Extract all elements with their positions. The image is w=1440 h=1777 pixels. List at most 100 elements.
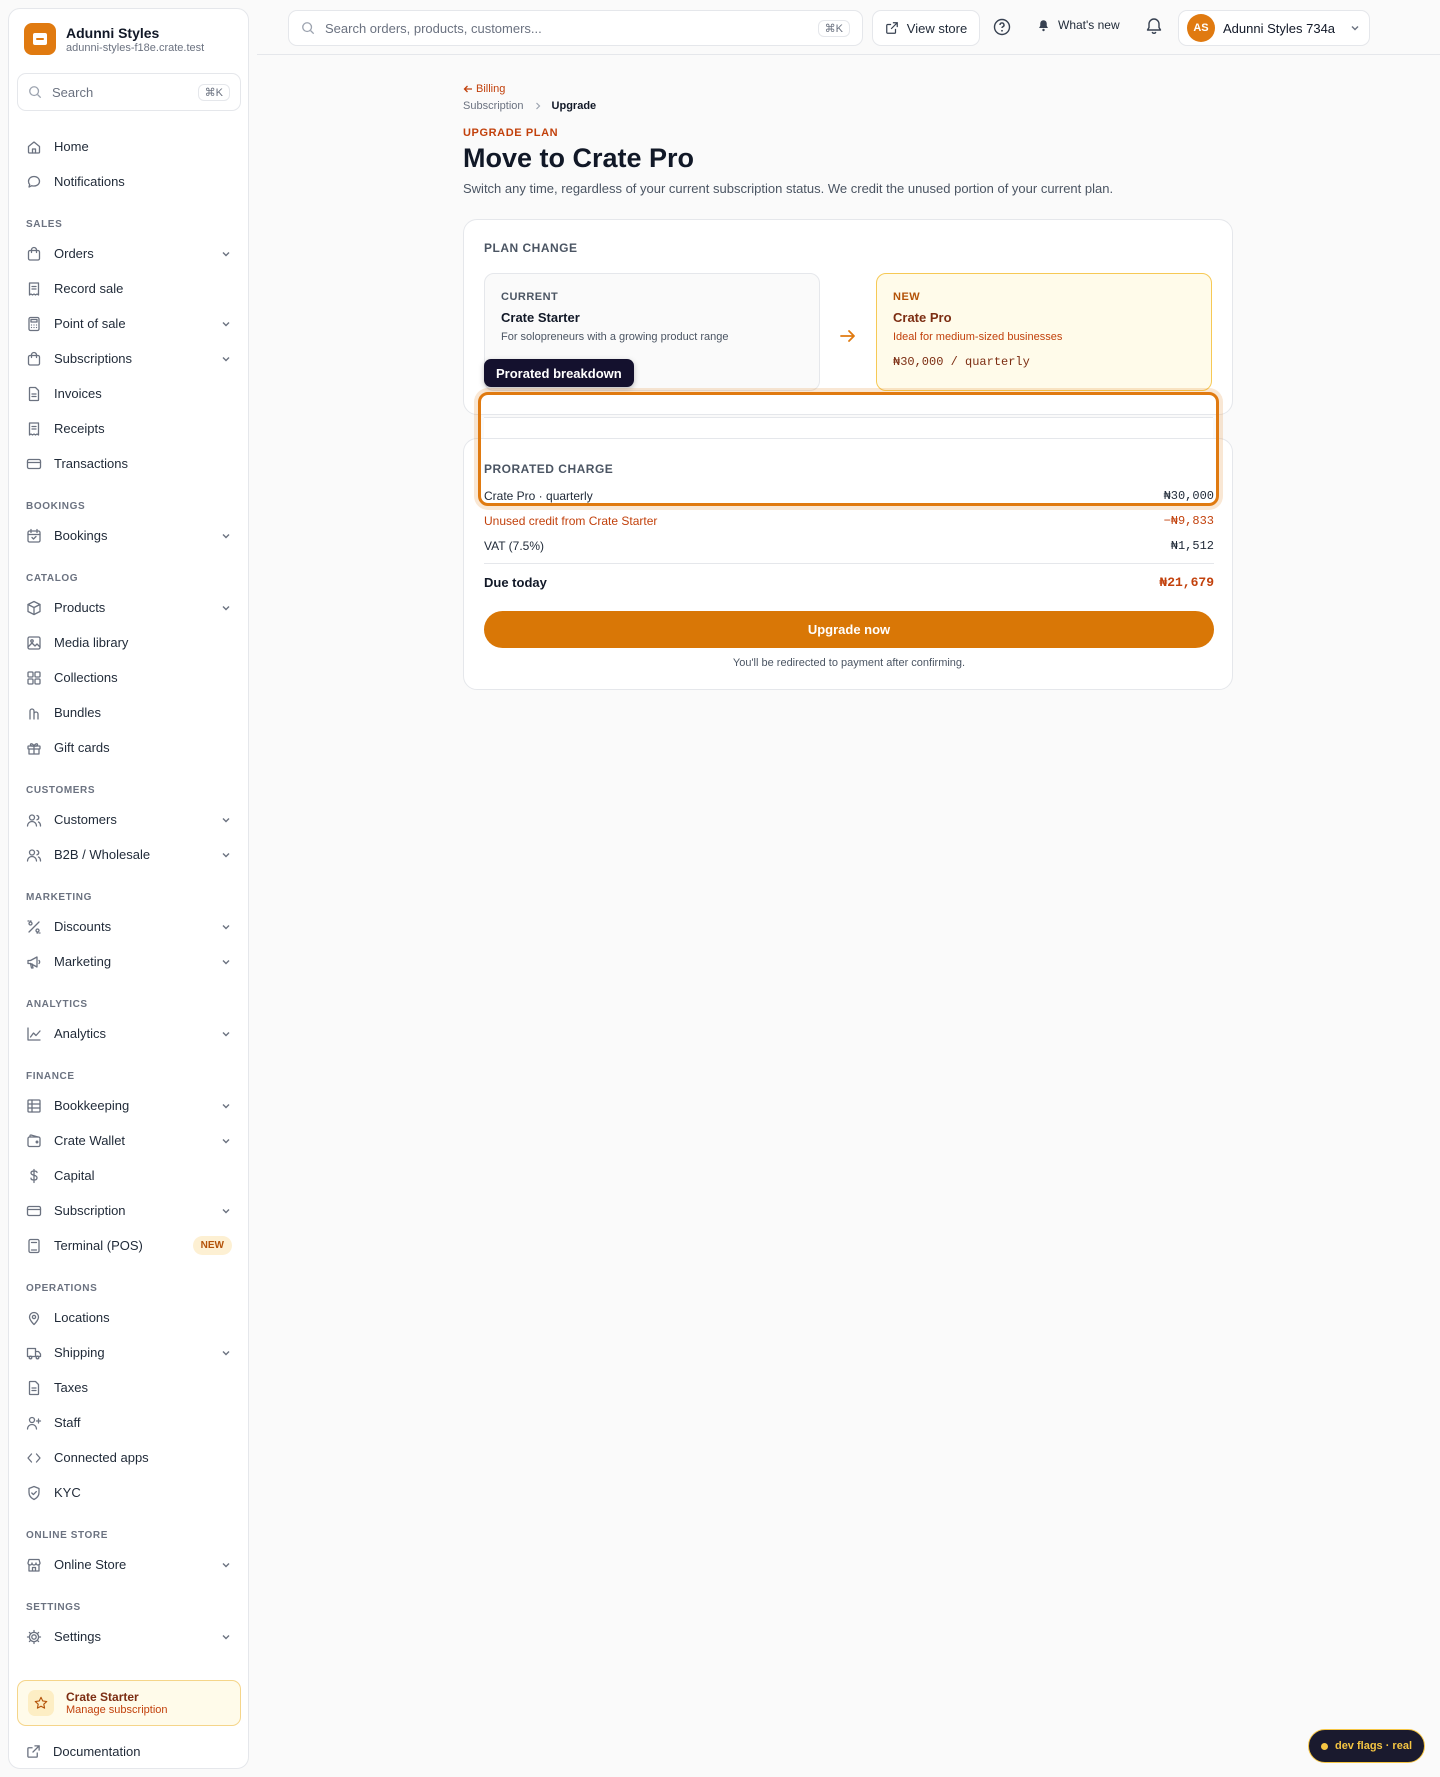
chevron-down-icon[interactable] (220, 1028, 232, 1040)
notifications-bell-icon[interactable] (1145, 17, 1163, 35)
help-icon[interactable] (993, 18, 1011, 36)
gear-icon (26, 1629, 42, 1644)
sidebar-item-subscriptions[interactable]: Subscriptions (9, 341, 250, 376)
grid-icon (27, 670, 41, 685)
sidebar-item-receipts[interactable]: Receipts (9, 411, 250, 446)
chevron-down-icon[interactable] (220, 956, 232, 968)
manage-subscription-link[interactable]: Manage subscription (66, 1704, 168, 1716)
sidebar-item-connected-apps[interactable]: Connected apps (9, 1440, 250, 1475)
store-name: Adunni Styles (66, 24, 160, 41)
sidebar-item-bookings[interactable]: Bookings (9, 518, 250, 553)
new-badge: NEW (192, 1236, 232, 1255)
plan-card-title: Crate Starter (66, 1690, 139, 1704)
chevron-down-icon[interactable] (220, 814, 232, 826)
sidebar-item-taxes[interactable]: Taxes (9, 1370, 250, 1405)
chevron-down-icon[interactable] (220, 1135, 232, 1147)
sidebar-item-label: Subscription (54, 1203, 126, 1218)
chevron-down-icon[interactable] (220, 1559, 232, 1571)
sidebar-item-label: Transactions (54, 456, 128, 471)
sidebar-item-marketing[interactable]: Marketing (9, 944, 250, 979)
store-domain: adunni-styles-f18e.crate.test (66, 41, 205, 54)
sidebar-item-record-sale[interactable]: Record sale (9, 271, 250, 306)
sidebar-item-label: Terminal (POS) (54, 1238, 143, 1253)
sidebar-item-invoices[interactable]: Invoices (9, 376, 250, 411)
code-icon (27, 1452, 41, 1463)
truck-icon (26, 1347, 42, 1359)
account-menu-button[interactable]: AS Adunni Styles 734a (1178, 10, 1370, 46)
whats-new-button[interactable]: What's new (1037, 18, 1120, 32)
sidebar-item-orders[interactable]: Orders (9, 236, 250, 271)
sidebar-item-notifications[interactable]: Notifications (9, 164, 250, 199)
sidebar-item-kyc[interactable]: KYC (9, 1475, 250, 1510)
sidebar-item-label: Notifications (54, 174, 125, 189)
nav-section-online-store: ONLINE STORE (26, 1530, 109, 1541)
line-item-vat: VAT (7.5%) ₦1,512 (484, 539, 1214, 553)
sidebar-item-shipping[interactable]: Shipping (9, 1335, 250, 1370)
global-search-input[interactable]: Search orders, products, customers... ⌘K (288, 10, 863, 46)
sidebar-item-bundles[interactable]: Bundles (9, 695, 250, 730)
sidebar-item-media-library[interactable]: Media library (9, 625, 250, 660)
upgrade-now-button[interactable]: Upgrade now (484, 611, 1214, 648)
chevron-down-icon[interactable] (220, 248, 232, 260)
megaphone-icon (27, 955, 41, 969)
chevron-down-icon[interactable] (220, 318, 232, 330)
sidebar-item-transactions[interactable]: Transactions (9, 446, 250, 481)
sidebar-item-products[interactable]: Products (9, 590, 250, 625)
chevron-down-icon[interactable] (220, 1205, 232, 1217)
brand[interactable]: Adunni Styles adunni-styles-f18e.crate.t… (24, 23, 204, 55)
sidebar-item-bookkeeping[interactable]: Bookkeeping (9, 1088, 250, 1123)
chevron-down-icon[interactable] (220, 353, 232, 365)
sidebar-item-label: Gift cards (54, 740, 110, 755)
sidebar-item-label: Subscriptions (54, 351, 133, 366)
back-to-billing-link[interactable]: Billing (463, 83, 505, 95)
sidebar-item-point-of-sale[interactable]: Point of sale (9, 306, 250, 341)
sidebar-item-staff[interactable]: Staff (9, 1405, 250, 1440)
chevron-down-icon[interactable] (220, 1100, 232, 1112)
view-store-button[interactable]: View store (872, 10, 980, 46)
sidebar-item-terminal-pos[interactable]: Terminal (POS) NEW (9, 1228, 250, 1263)
sidebar-item-label: Bundles (54, 705, 101, 720)
star-icon (28, 1690, 54, 1716)
sidebar-item-label: Analytics (54, 1026, 107, 1041)
sidebar-item-discounts[interactable]: Discounts (9, 909, 250, 944)
sidebar-search-input[interactable]: Search ⌘K (17, 73, 241, 111)
calendar-icon (27, 528, 41, 543)
chevron-down-icon[interactable] (220, 1631, 232, 1643)
sidebar-item-online-store[interactable]: Online Store (9, 1547, 250, 1582)
chevron-down-icon[interactable] (220, 530, 232, 542)
sidebar-item-gift-cards[interactable]: Gift cards (9, 730, 250, 765)
sidebar-item-label: Capital (54, 1168, 95, 1183)
sidebar-item-locations[interactable]: Locations (9, 1300, 250, 1335)
chart-icon (27, 1026, 41, 1041)
redirect-note: You'll be redirected to payment after co… (732, 657, 966, 669)
breadcrumb-subscription[interactable]: Subscription (463, 100, 524, 112)
sidebar-item-settings[interactable]: Settings (9, 1619, 250, 1654)
sidebar-item-capital[interactable]: Capital (9, 1158, 250, 1193)
bundle-icon (29, 707, 39, 720)
sidebar-item-customers[interactable]: Customers (9, 802, 250, 837)
sidebar-item-b2b-wholesale[interactable]: B2B / Wholesale (9, 837, 250, 872)
sidebar-item-collections[interactable]: Collections (9, 660, 250, 695)
users-icon (26, 813, 42, 827)
bag-icon (27, 351, 41, 366)
chevron-down-icon[interactable] (220, 849, 232, 861)
total-amount: ₦21,679 (1159, 575, 1214, 590)
sidebar-item-analytics[interactable]: Analytics (9, 1016, 250, 1051)
current-plan-card[interactable]: Crate Starter Manage subscription (17, 1680, 241, 1726)
sidebar-item-subscription[interactable]: Subscription (9, 1193, 250, 1228)
box-icon (27, 600, 41, 615)
sidebar-item-crate-wallet[interactable]: Crate Wallet (9, 1123, 250, 1158)
chevron-down-icon[interactable] (220, 921, 232, 933)
chevron-down-icon[interactable] (220, 602, 232, 614)
receipt-icon (28, 421, 40, 436)
sidebar-item-home[interactable]: Home (9, 129, 250, 164)
nav-section-analytics: ANALYTICS (26, 999, 88, 1010)
sidebar-item-label: Point of sale (54, 316, 126, 331)
sidebar-item-label: Taxes (54, 1380, 88, 1395)
sidebar-item-label: Products (54, 600, 106, 615)
dev-flags-pill[interactable]: dev flags · real (1308, 1729, 1425, 1763)
documentation-link[interactable]: Documentation (26, 1744, 140, 1759)
line-item-amount: ₦1,512 (1170, 539, 1214, 553)
top-bar: Search orders, products, customers... ⌘K… (257, 0, 1440, 55)
chevron-down-icon[interactable] (220, 1347, 232, 1359)
